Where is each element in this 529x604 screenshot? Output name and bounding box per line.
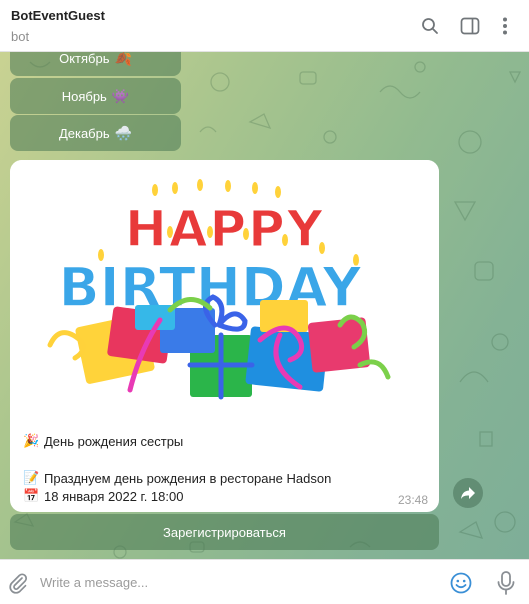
chat-title[interactable]: BotEventGuest — [11, 8, 105, 23]
birthday-photo[interactable]: HAPPY BIRTHDAY — [10, 160, 439, 422]
snow-cloud-emoji-icon: 🌨️ — [114, 124, 133, 141]
message-bubble: HAPPY BIRTHDAY 🎉 День рождения сестры 📝 … — [10, 160, 439, 512]
event-title-row: 🎉 День рождения сестры — [23, 433, 183, 449]
message-time: 23:48 — [397, 493, 428, 507]
keyboard-button-october[interactable]: Октябрь 🍂 — [10, 52, 181, 76]
chat-header: BotEventGuest bot — [0, 0, 529, 52]
event-description-row: 📝 Празднуем день рождения в ресторане Ha… — [23, 470, 331, 486]
event-date-row: 📅 18 января 2022 г. 18:00 — [23, 488, 183, 504]
happy-birthday-illustration: HAPPY BIRTHDAY — [47, 179, 391, 400]
microphone-icon[interactable] — [494, 570, 518, 596]
keyboard-button-december[interactable]: Декабрь 🌨️ — [10, 115, 181, 151]
message-composer — [0, 559, 529, 604]
register-button[interactable]: Зарегистрироваться — [10, 514, 439, 550]
message-input[interactable] — [40, 568, 430, 596]
paperclip-icon[interactable] — [7, 572, 29, 594]
sidebar-toggle-icon[interactable] — [458, 14, 482, 38]
happy-text: HAPPY — [125, 200, 325, 258]
forward-icon[interactable] — [453, 478, 483, 508]
party-popper-emoji-icon: 🎉 — [23, 433, 40, 448]
event-date: 18 января 2022 г. 18:00 — [44, 488, 184, 504]
more-vertical-icon[interactable] — [493, 14, 517, 38]
event-description: Празднуем день рождения в ресторане Hads… — [44, 470, 332, 486]
alien-monster-emoji-icon: 👾 — [111, 87, 130, 104]
event-title: День рождения сестры — [44, 433, 184, 449]
leaf-emoji-icon: 🍂 — [114, 52, 132, 66]
chat-subtitle: bot — [11, 29, 30, 44]
keyboard-button-label: Ноябрь — [61, 88, 107, 104]
calendar-emoji-icon: 📅 — [23, 488, 40, 503]
keyboard-button-november[interactable]: Ноябрь 👾 — [10, 78, 181, 114]
keyboard-button-label: Декабрь — [58, 125, 110, 141]
keyboard-button-label: Октябрь — [59, 52, 110, 66]
chat-area: Октябрь 🍂 Ноябрь 👾 Декабрь 🌨️ HAPPY BIRT… — [0, 52, 529, 559]
search-icon[interactable] — [418, 14, 442, 38]
emoji-icon[interactable] — [449, 571, 473, 595]
memo-emoji-icon: 📝 — [23, 470, 40, 485]
